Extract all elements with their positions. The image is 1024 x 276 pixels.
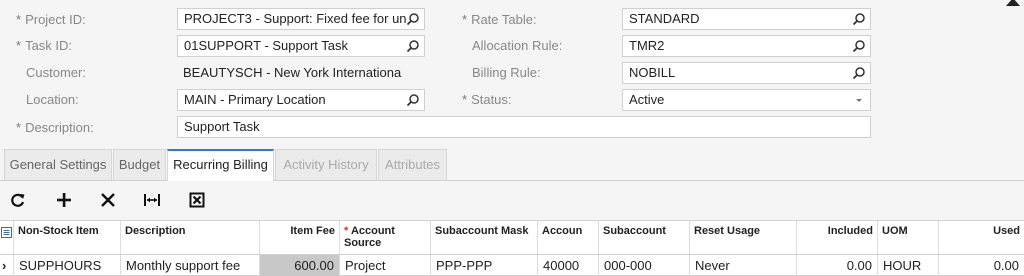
cell-subaccount[interactable]: 000-000 xyxy=(599,255,690,276)
row-selector-header[interactable] xyxy=(0,221,14,254)
cell-account-source[interactable]: Project xyxy=(340,255,431,276)
status-select[interactable]: Active xyxy=(622,89,871,111)
header-included[interactable]: Included xyxy=(797,221,878,254)
cell-reset-usage[interactable]: Never xyxy=(690,255,797,276)
billing-rule-label: Billing Rule: xyxy=(472,65,541,80)
export-button[interactable] xyxy=(187,190,207,210)
table-row[interactable]: › SUPPHOURS Monthly support fee 600.00 P… xyxy=(0,254,1024,276)
add-row-button[interactable] xyxy=(54,190,74,210)
rate-table-label: * Rate Table: xyxy=(462,12,537,27)
close-icon xyxy=(101,193,115,207)
header-uom[interactable]: UOM xyxy=(878,221,939,254)
search-icon[interactable] xyxy=(852,66,866,80)
location-label: Location: xyxy=(26,92,79,107)
description-label: * Description: xyxy=(16,120,94,135)
cell-used[interactable]: 0.00 xyxy=(939,255,1024,276)
header-reset-usage[interactable]: Reset Usage xyxy=(690,221,797,254)
search-icon[interactable] xyxy=(406,93,420,107)
refresh-button[interactable] xyxy=(8,190,28,210)
tab-budget[interactable]: Budget xyxy=(113,149,166,180)
header-item-fee[interactable]: Item Fee xyxy=(260,221,340,254)
header-account-source[interactable]: * Account Source xyxy=(340,221,431,254)
header-subaccount[interactable]: Subaccount xyxy=(599,221,690,254)
cell-item-fee[interactable]: 600.00 xyxy=(260,255,340,276)
rate-table-field[interactable]: STANDARD xyxy=(622,8,871,30)
header-used[interactable]: Used xyxy=(939,221,1024,254)
task-id-field[interactable]: 01SUPPORT - Support Task xyxy=(177,35,425,57)
refresh-icon xyxy=(11,193,25,207)
fit-columns-icon xyxy=(144,194,160,206)
tab-attributes[interactable]: Attributes xyxy=(378,149,447,180)
cell-subaccount-mask[interactable]: PPP-PPP xyxy=(431,255,538,276)
header-description[interactable]: Description xyxy=(121,221,260,254)
project-id-field[interactable]: PROJECT3 - Support: Fixed fee for un xyxy=(177,8,425,30)
header-non-stock-item[interactable]: Non-Stock Item xyxy=(14,221,121,254)
row-current-indicator-icon: › xyxy=(0,255,14,276)
excel-export-icon xyxy=(189,192,205,208)
collapse-arrow-icon[interactable] xyxy=(1006,0,1020,6)
grid-toolbar xyxy=(0,182,1024,218)
chevron-down-icon[interactable] xyxy=(852,93,866,107)
recurring-billing-grid: Non-Stock Item Description Item Fee * Ac… xyxy=(0,220,1024,276)
tab-recurring-billing[interactable]: Recurring Billing xyxy=(167,149,274,181)
description-field[interactable]: Support Task xyxy=(177,116,871,138)
cell-description[interactable]: Monthly support fee xyxy=(121,255,260,276)
search-icon[interactable] xyxy=(852,12,866,26)
search-icon[interactable] xyxy=(852,39,866,53)
allocation-rule-field[interactable]: TMR2 xyxy=(622,35,871,57)
header-account[interactable]: Accoun xyxy=(538,221,599,254)
customer-value: BEAUTYSCH - New York Internationa xyxy=(183,65,402,80)
tab-activity-history[interactable]: Activity History xyxy=(275,149,377,180)
fit-columns-button[interactable] xyxy=(142,190,162,210)
project-id-label: * Project ID: xyxy=(16,12,86,27)
plus-icon xyxy=(57,193,71,207)
task-form: * Project ID: * Task ID: Customer: Locatio… xyxy=(0,0,1024,148)
allocation-rule-label: Allocation Rule: xyxy=(472,38,563,53)
billing-rule-field[interactable]: NOBILL xyxy=(622,62,871,84)
status-label: * Status: xyxy=(462,92,512,107)
customer-label: Customer: xyxy=(26,65,86,80)
header-subaccount-mask[interactable]: Subaccount Mask xyxy=(431,221,538,254)
tab-bar: General Settings Budget Recurring Billin… xyxy=(0,149,1024,181)
cell-included[interactable]: 0.00 xyxy=(797,255,878,276)
location-field[interactable]: MAIN - Primary Location xyxy=(177,89,425,111)
cell-uom[interactable]: HOUR xyxy=(878,255,939,276)
tab-general-settings[interactable]: General Settings xyxy=(4,149,112,180)
grid-menu-icon xyxy=(1,227,12,238)
task-id-label: * Task ID: xyxy=(16,38,73,53)
delete-row-button[interactable] xyxy=(98,190,118,210)
cell-non-stock-item[interactable]: SUPPHOURS xyxy=(14,255,121,276)
search-icon[interactable] xyxy=(406,39,420,53)
cell-account[interactable]: 40000 xyxy=(538,255,599,276)
search-icon[interactable] xyxy=(406,12,420,26)
